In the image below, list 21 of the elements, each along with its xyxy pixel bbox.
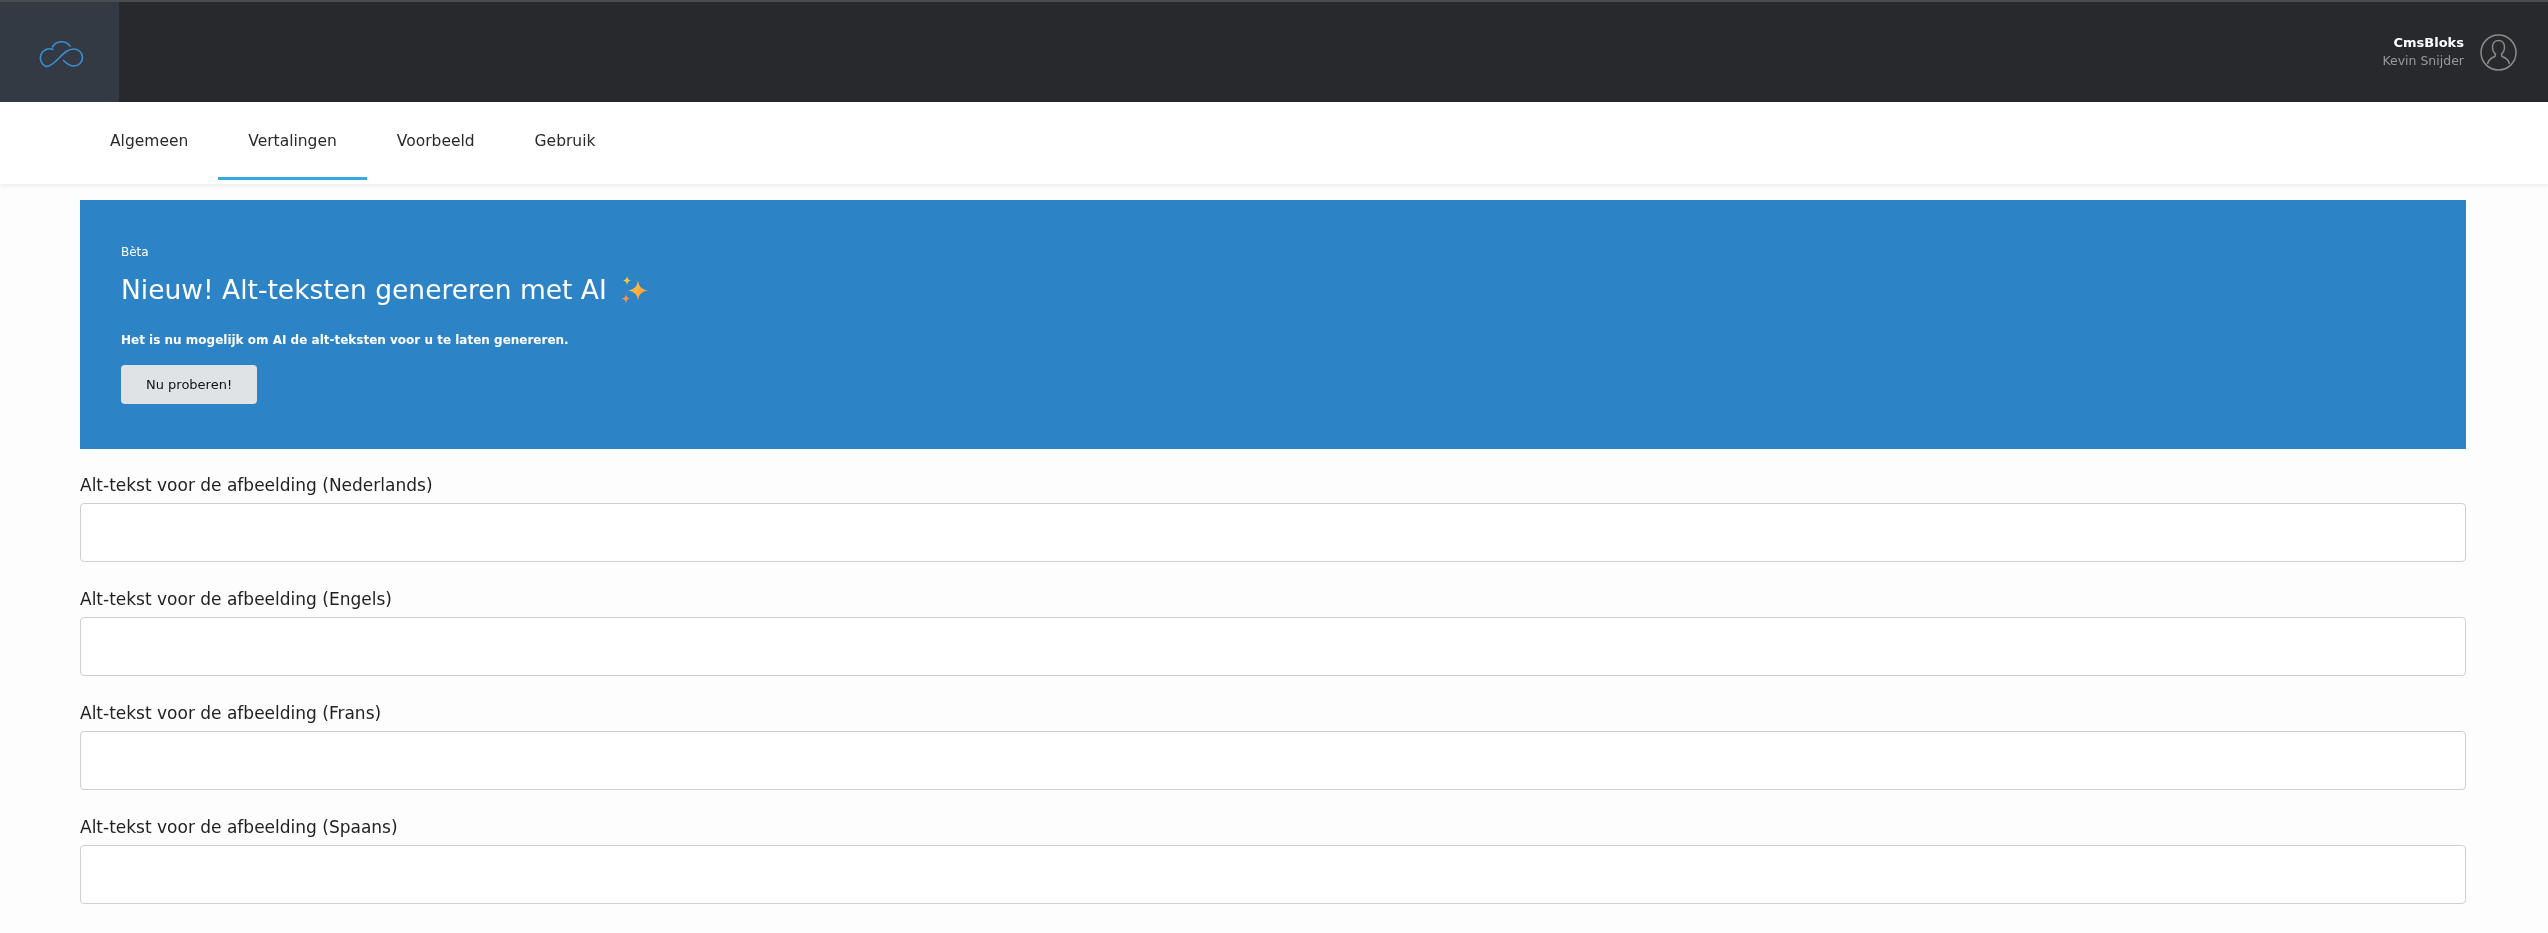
try-now-button[interactable]: Nu proberen!: [121, 365, 258, 404]
tab[interactable]: Algemeen: [80, 102, 219, 180]
text-input-field[interactable]: [80, 617, 2466, 676]
user-avatar-icon[interactable]: [2480, 33, 2517, 71]
tab[interactable]: Voorbeeld: [366, 102, 505, 180]
tab[interactable]: Gebruik: [504, 102, 626, 180]
field-label: Alt-tekst voor de afbeelding (Frans): [80, 703, 382, 723]
banner-description: Het is nu mogelijk om AI de alt-teksten voor u te laten genereren.: [121, 332, 569, 348]
banner-title: Nieuw! Alt-teksten genereren met AI: [121, 275, 607, 305]
organization-name: CmsBloks: [2393, 35, 2464, 51]
field-label: Alt-tekst voor de afbeelding (Spaans): [80, 817, 398, 837]
text-input-field[interactable]: [80, 845, 2466, 904]
user-name: Kevin Snijder: [2382, 53, 2464, 69]
text-input-field[interactable]: [80, 503, 2466, 562]
logo-tile[interactable]: [0, 2, 119, 102]
beta-label: Bèta: [121, 244, 149, 260]
field-label: Alt-tekst voor de afbeelding (Engels): [80, 589, 392, 609]
field-label: Alt-tekst voor de afbeelding (Nederlands): [80, 475, 433, 495]
tab[interactable]: Vertalingen: [218, 102, 367, 180]
text-input-field[interactable]: [80, 731, 2466, 790]
sparkle-icon: [620, 276, 649, 304]
